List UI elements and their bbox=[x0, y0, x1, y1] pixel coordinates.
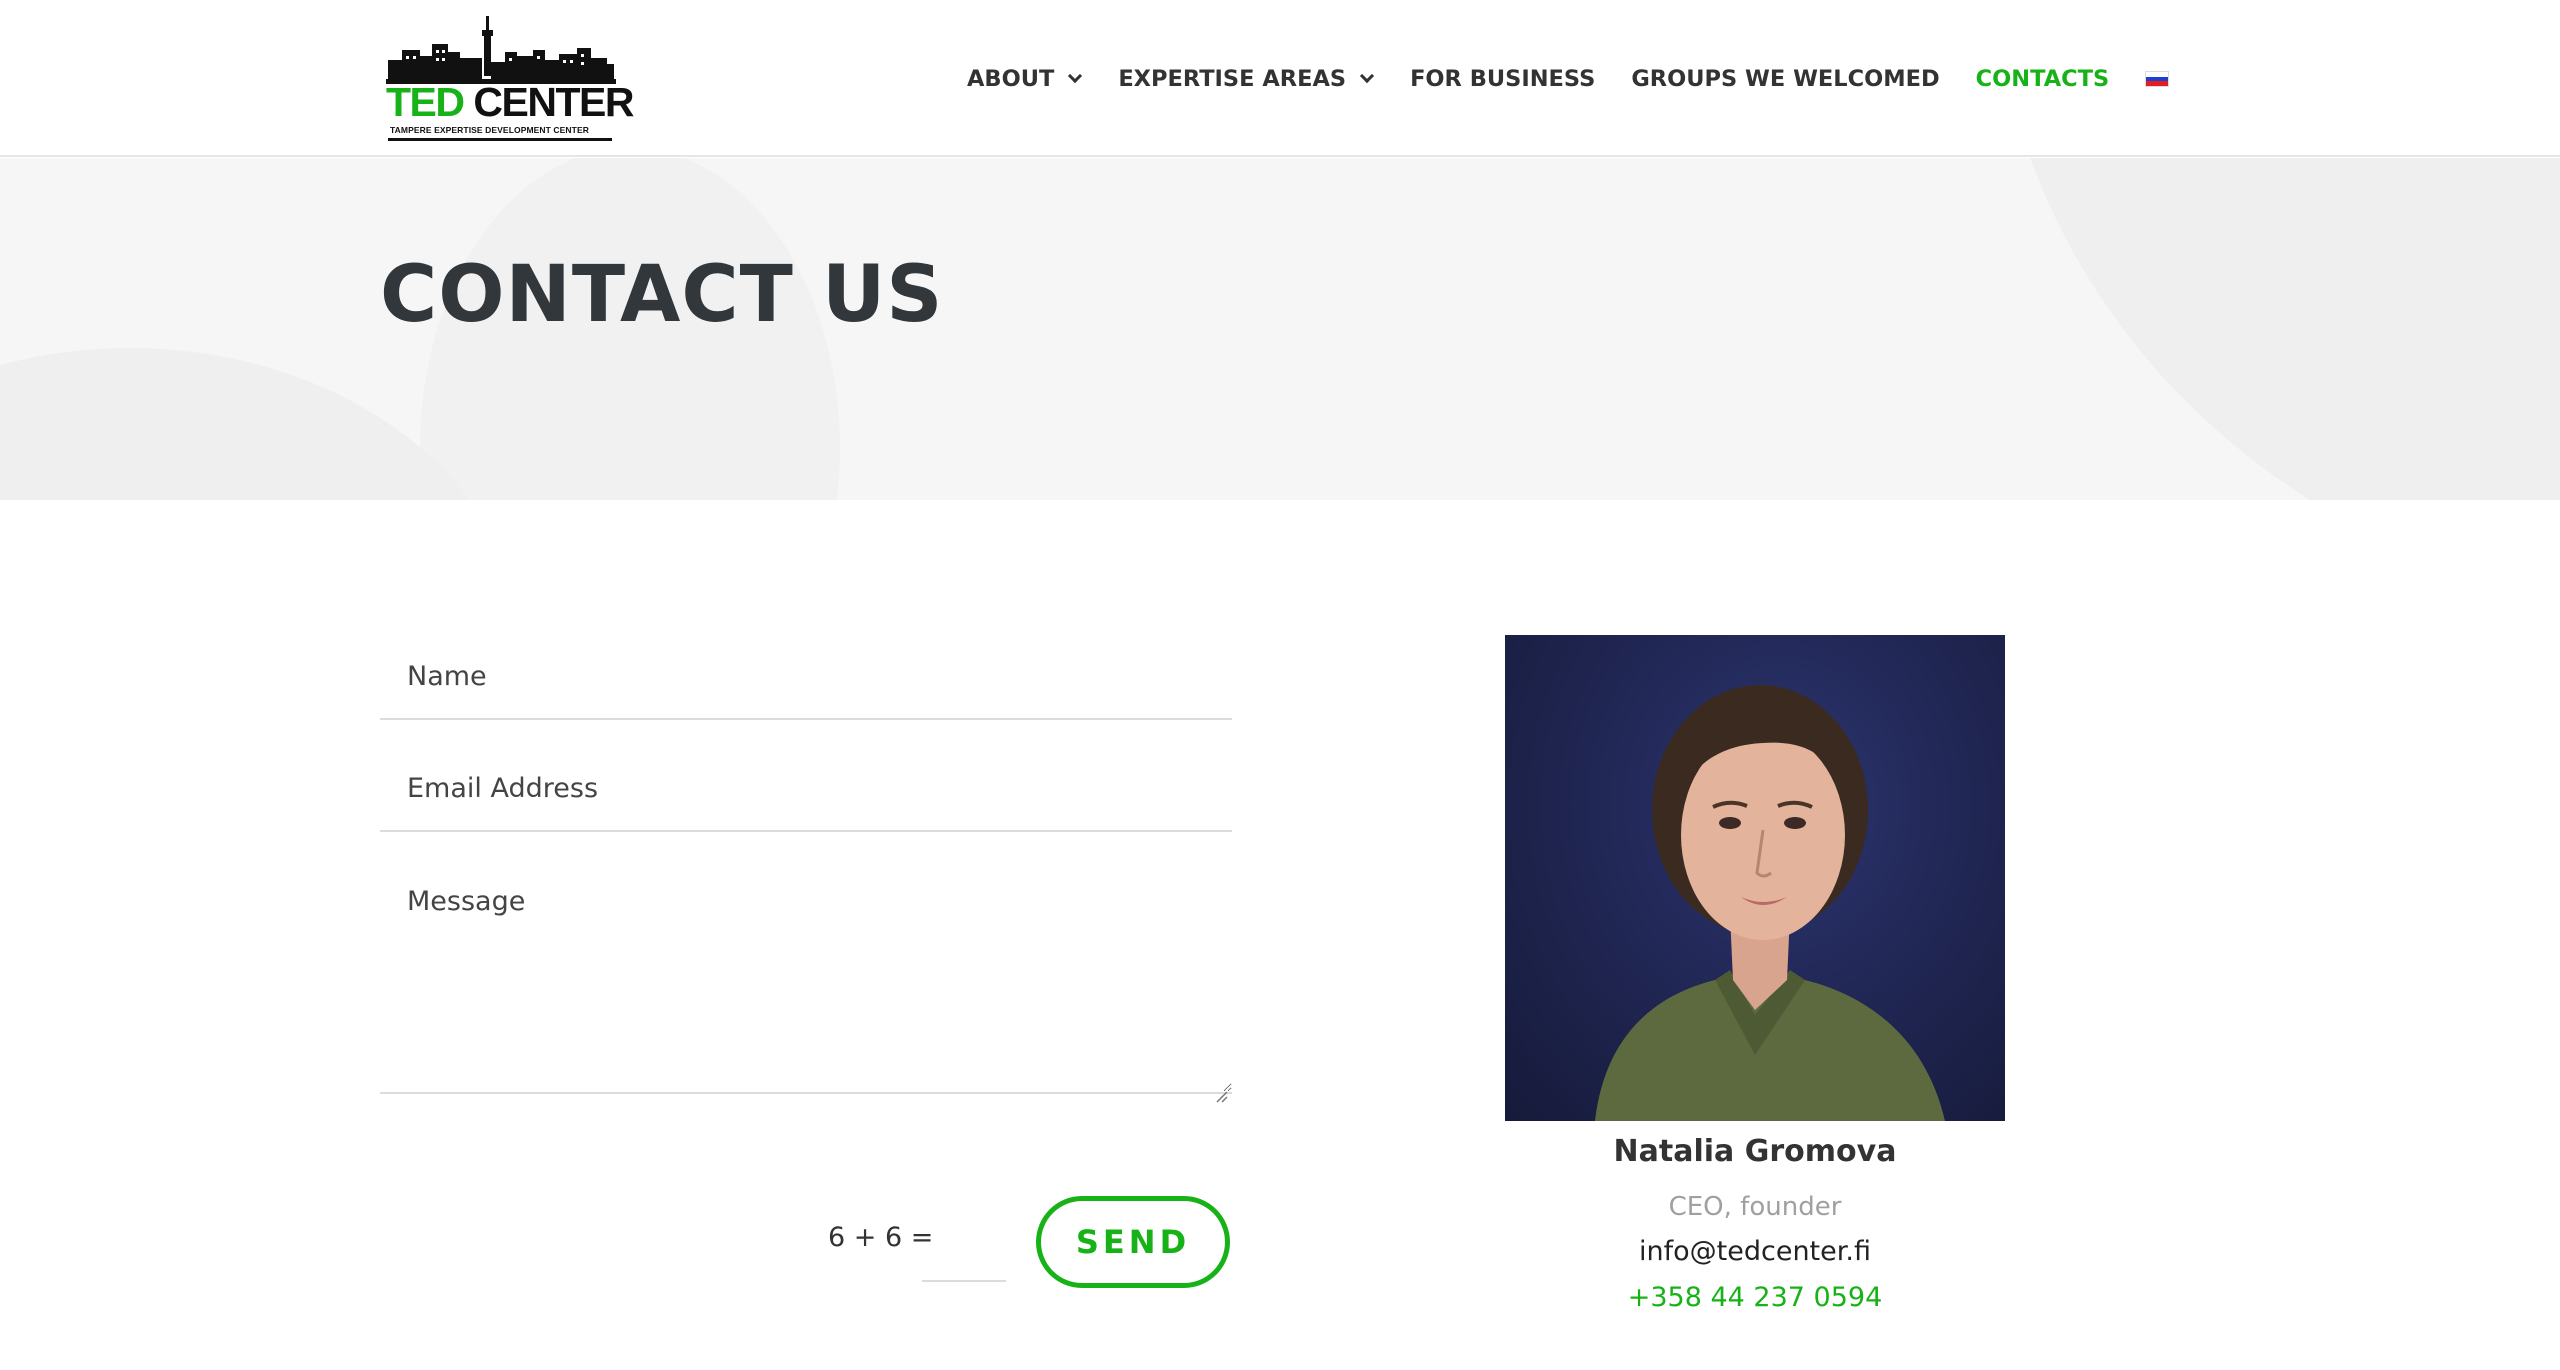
contact-role: CEO, founder bbox=[1668, 1192, 1842, 1222]
nav-item-expertise-areas[interactable]: EXPERTISE AREAS bbox=[1118, 66, 1375, 92]
nav-item-about[interactable]: ABOUT bbox=[967, 66, 1083, 92]
nav-item-contacts[interactable]: CONTACTS bbox=[1976, 66, 2110, 92]
main-nav: ABOUT EXPERTISE AREAS FOR BUSINESS GROUP… bbox=[967, 64, 2170, 94]
site-header: TED CENTER TAMPERE EXPERTISE DEVELOPMENT… bbox=[0, 0, 2560, 157]
contact-photo bbox=[1505, 635, 2005, 1121]
logo-word-center: CENTER bbox=[473, 79, 634, 125]
page-hero: CONTACT US bbox=[0, 158, 2560, 500]
name-field[interactable] bbox=[380, 634, 1232, 720]
contact-email-link[interactable]: info@tedcenter.fi bbox=[1505, 1236, 2005, 1267]
contact-name: Natalia Gromova bbox=[1613, 1134, 1897, 1169]
nav-item-contacts-label: CONTACTS bbox=[1975, 66, 2110, 92]
skyline-icon bbox=[386, 16, 616, 84]
send-button[interactable]: SEND bbox=[1036, 1196, 1230, 1288]
email-field[interactable] bbox=[380, 746, 1232, 832]
logo-title: TED CENTER bbox=[386, 79, 634, 125]
hero-decoration bbox=[1990, 158, 2560, 500]
resize-handle-icon[interactable] bbox=[1216, 1091, 1228, 1103]
russian-flag-icon bbox=[2145, 71, 2170, 87]
page-title: CONTACT US bbox=[380, 250, 944, 340]
nav-item-groups-label: GROUPS WE WELCOMED bbox=[1631, 66, 1940, 92]
captcha-question: 6 + 6 = bbox=[828, 1222, 934, 1253]
nav-item-for-business[interactable]: FOR BUSINESS bbox=[1410, 66, 1595, 92]
chevron-down-icon bbox=[1068, 68, 1083, 84]
language-switcher[interactable] bbox=[2145, 71, 2170, 87]
chevron-down-icon bbox=[1359, 68, 1375, 84]
captcha-answer-input[interactable] bbox=[922, 1208, 1006, 1282]
ted-center-logo[interactable]: TED CENTER TAMPERE EXPERTISE DEVELOPMENT… bbox=[386, 16, 634, 144]
portrait-image bbox=[1595, 685, 1945, 1121]
nav-item-for-business-label: FOR BUSINESS bbox=[1410, 66, 1596, 92]
message-field[interactable] bbox=[380, 858, 1232, 1094]
logo-subtitle: TAMPERE EXPERTISE DEVELOPMENT CENTER bbox=[390, 125, 589, 135]
nav-item-about-label: ABOUT bbox=[967, 66, 1055, 92]
logo-word-ted: TED bbox=[386, 79, 465, 125]
contact-phone-link[interactable]: +358 44 237 0594 bbox=[1505, 1282, 2005, 1313]
logo-underline bbox=[388, 138, 612, 141]
nav-item-expertise-areas-label: EXPERTISE AREAS bbox=[1118, 66, 1347, 92]
nav-item-groups-we-welcomed[interactable]: GROUPS WE WELCOMED bbox=[1631, 66, 1939, 92]
